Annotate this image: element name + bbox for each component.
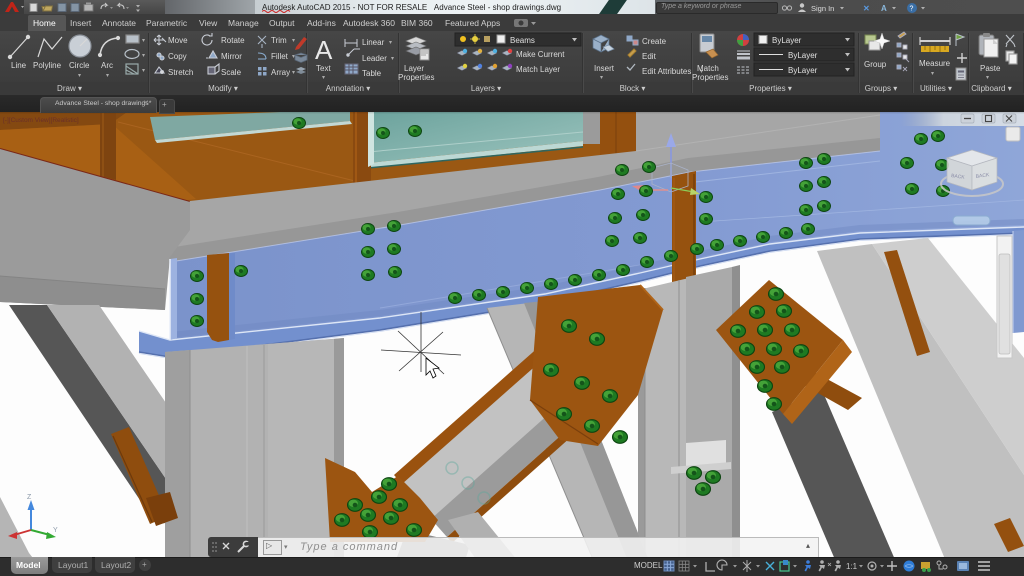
svg-text:▾: ▾ [322, 75, 325, 81]
svg-text:Properties: Properties [692, 73, 728, 82]
svg-text:Move: Move [168, 36, 188, 45]
svg-text:▾: ▾ [391, 56, 394, 62]
svg-text:Table: Table [362, 69, 382, 78]
svg-text:1:1: 1:1 [846, 562, 858, 571]
svg-text:Rotate: Rotate [221, 36, 245, 45]
svg-text:Sign In: Sign In [811, 4, 834, 13]
svg-text:ByLayer: ByLayer [772, 36, 802, 45]
svg-text:Copy: Copy [168, 52, 187, 61]
svg-text:▾: ▾ [931, 71, 934, 77]
svg-text:Match: Match [697, 64, 719, 73]
svg-text:Create: Create [642, 37, 667, 46]
svg-text:Y: Y [53, 527, 58, 534]
svg-text:A: A [881, 4, 887, 13]
svg-text:Circle: Circle [69, 61, 90, 70]
svg-text:✕: ✕ [863, 4, 870, 13]
svg-text:Edit Attributes: Edit Attributes [642, 67, 691, 76]
svg-text:Stretch: Stretch [168, 68, 193, 77]
svg-text:▾: ▾ [142, 68, 145, 74]
svg-text:Edit: Edit [642, 52, 657, 61]
svg-text:Match Layer: Match Layer [516, 65, 560, 74]
svg-text:Beams: Beams [510, 36, 535, 45]
svg-text:▾: ▾ [106, 73, 109, 79]
svg-text:▾: ▾ [142, 38, 145, 44]
svg-text:▾: ▾ [986, 75, 989, 81]
svg-text:Insert: Insert [594, 64, 615, 73]
svg-text:Scale: Scale [221, 68, 242, 77]
svg-text:Layer: Layer [404, 64, 424, 73]
svg-text:Properties: Properties [398, 73, 434, 82]
svg-text:Text: Text [316, 64, 331, 73]
svg-text:▾: ▾ [142, 53, 145, 59]
svg-text:▾: ▾ [292, 38, 295, 44]
svg-text:Array: Array [271, 68, 290, 77]
svg-text:A: A [315, 35, 333, 65]
svg-text:Leader: Leader [362, 54, 387, 63]
svg-text:▾: ▾ [78, 73, 81, 79]
svg-text:ByLayer: ByLayer [788, 51, 818, 60]
svg-text:Line: Line [11, 61, 27, 70]
svg-text:▾: ▾ [292, 70, 295, 76]
svg-text:Trim: Trim [271, 36, 287, 45]
svg-text:Arc: Arc [101, 61, 113, 70]
svg-text:Group: Group [864, 60, 887, 69]
svg-text:Polyline: Polyline [33, 61, 62, 70]
svg-text:Make Current: Make Current [516, 50, 565, 59]
svg-text:Paste: Paste [980, 64, 1001, 73]
svg-text:[-][Custom View][Realistic]: [-][Custom View][Realistic] [3, 117, 79, 124]
svg-text:▾: ▾ [600, 75, 603, 81]
svg-text:Mirror: Mirror [221, 52, 242, 61]
svg-text:Linear: Linear [362, 38, 385, 47]
svg-text:▾: ▾ [389, 40, 392, 46]
svg-text:Z: Z [27, 494, 32, 501]
svg-text:?: ? [910, 6, 914, 13]
svg-text:ByLayer: ByLayer [788, 66, 818, 75]
svg-text:Measure: Measure [919, 59, 951, 68]
svg-text:Fillet: Fillet [271, 52, 289, 61]
